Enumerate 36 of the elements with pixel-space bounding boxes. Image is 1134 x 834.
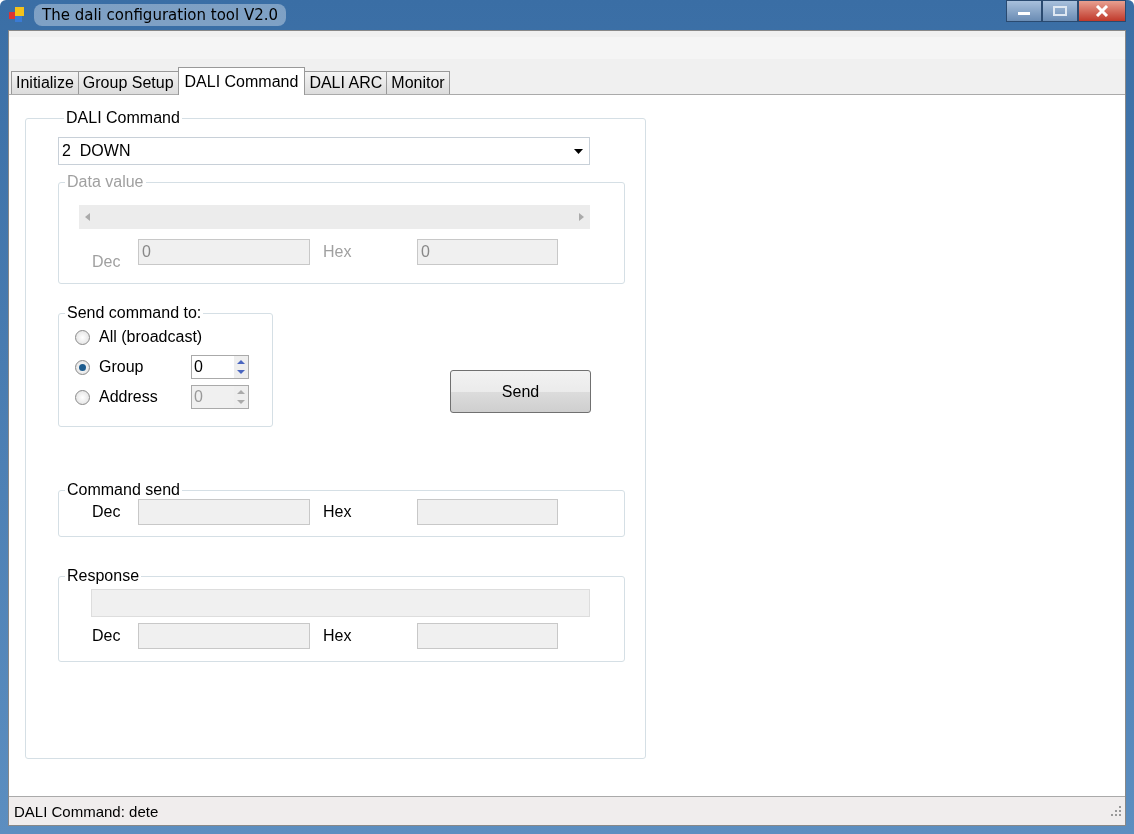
minimize-button[interactable] [1006, 0, 1042, 22]
resize-grip-icon[interactable] [1111, 806, 1121, 816]
response-field[interactable] [91, 589, 590, 617]
status-text: DALI Command: dete [14, 802, 159, 820]
dec-label: Dec [91, 503, 122, 521]
radio-button[interactable] [75, 359, 90, 375]
close-button[interactable] [1078, 0, 1126, 22]
tab[interactable]: Initialize [11, 71, 79, 94]
tab[interactable]: DALI ARC [304, 71, 388, 94]
dec-label: Dec [91, 627, 122, 645]
radio-label[interactable]: Group [99, 358, 191, 376]
app-icon [8, 6, 26, 24]
window-title: The dali configuration tool V2.0 [34, 4, 287, 26]
maximize-button[interactable] [1042, 0, 1078, 22]
radio-label[interactable]: All (broadcast) [99, 328, 203, 346]
hex-label: Hex [322, 503, 353, 521]
dec-label: Dec [91, 253, 122, 271]
group-title: Send command to: [66, 304, 203, 322]
radio-button[interactable] [75, 329, 90, 345]
radio-label[interactable]: Address [99, 388, 191, 406]
number-spinner[interactable]: 0 [191, 355, 249, 379]
close-icon [1094, 5, 1110, 17]
tab[interactable]: DALI Command [177, 67, 306, 95]
tab[interactable]: Group Setup [77, 71, 179, 94]
tab[interactable]: Monitor [386, 71, 450, 94]
group-title: DALI Command [65, 109, 181, 127]
radio-button[interactable] [75, 389, 90, 405]
maximize-icon [1053, 6, 1067, 16]
dropdown-arrow-icon [574, 148, 583, 154]
command-dropdown[interactable]: 2 DOWN [58, 137, 590, 165]
hex-label: Hex [322, 627, 353, 645]
group-title: Data value [66, 173, 145, 191]
group-title: Command send [66, 481, 181, 499]
send-button[interactable]: Send [450, 370, 591, 413]
group-title: Response [66, 567, 141, 585]
hex-label: Hex [322, 243, 353, 261]
